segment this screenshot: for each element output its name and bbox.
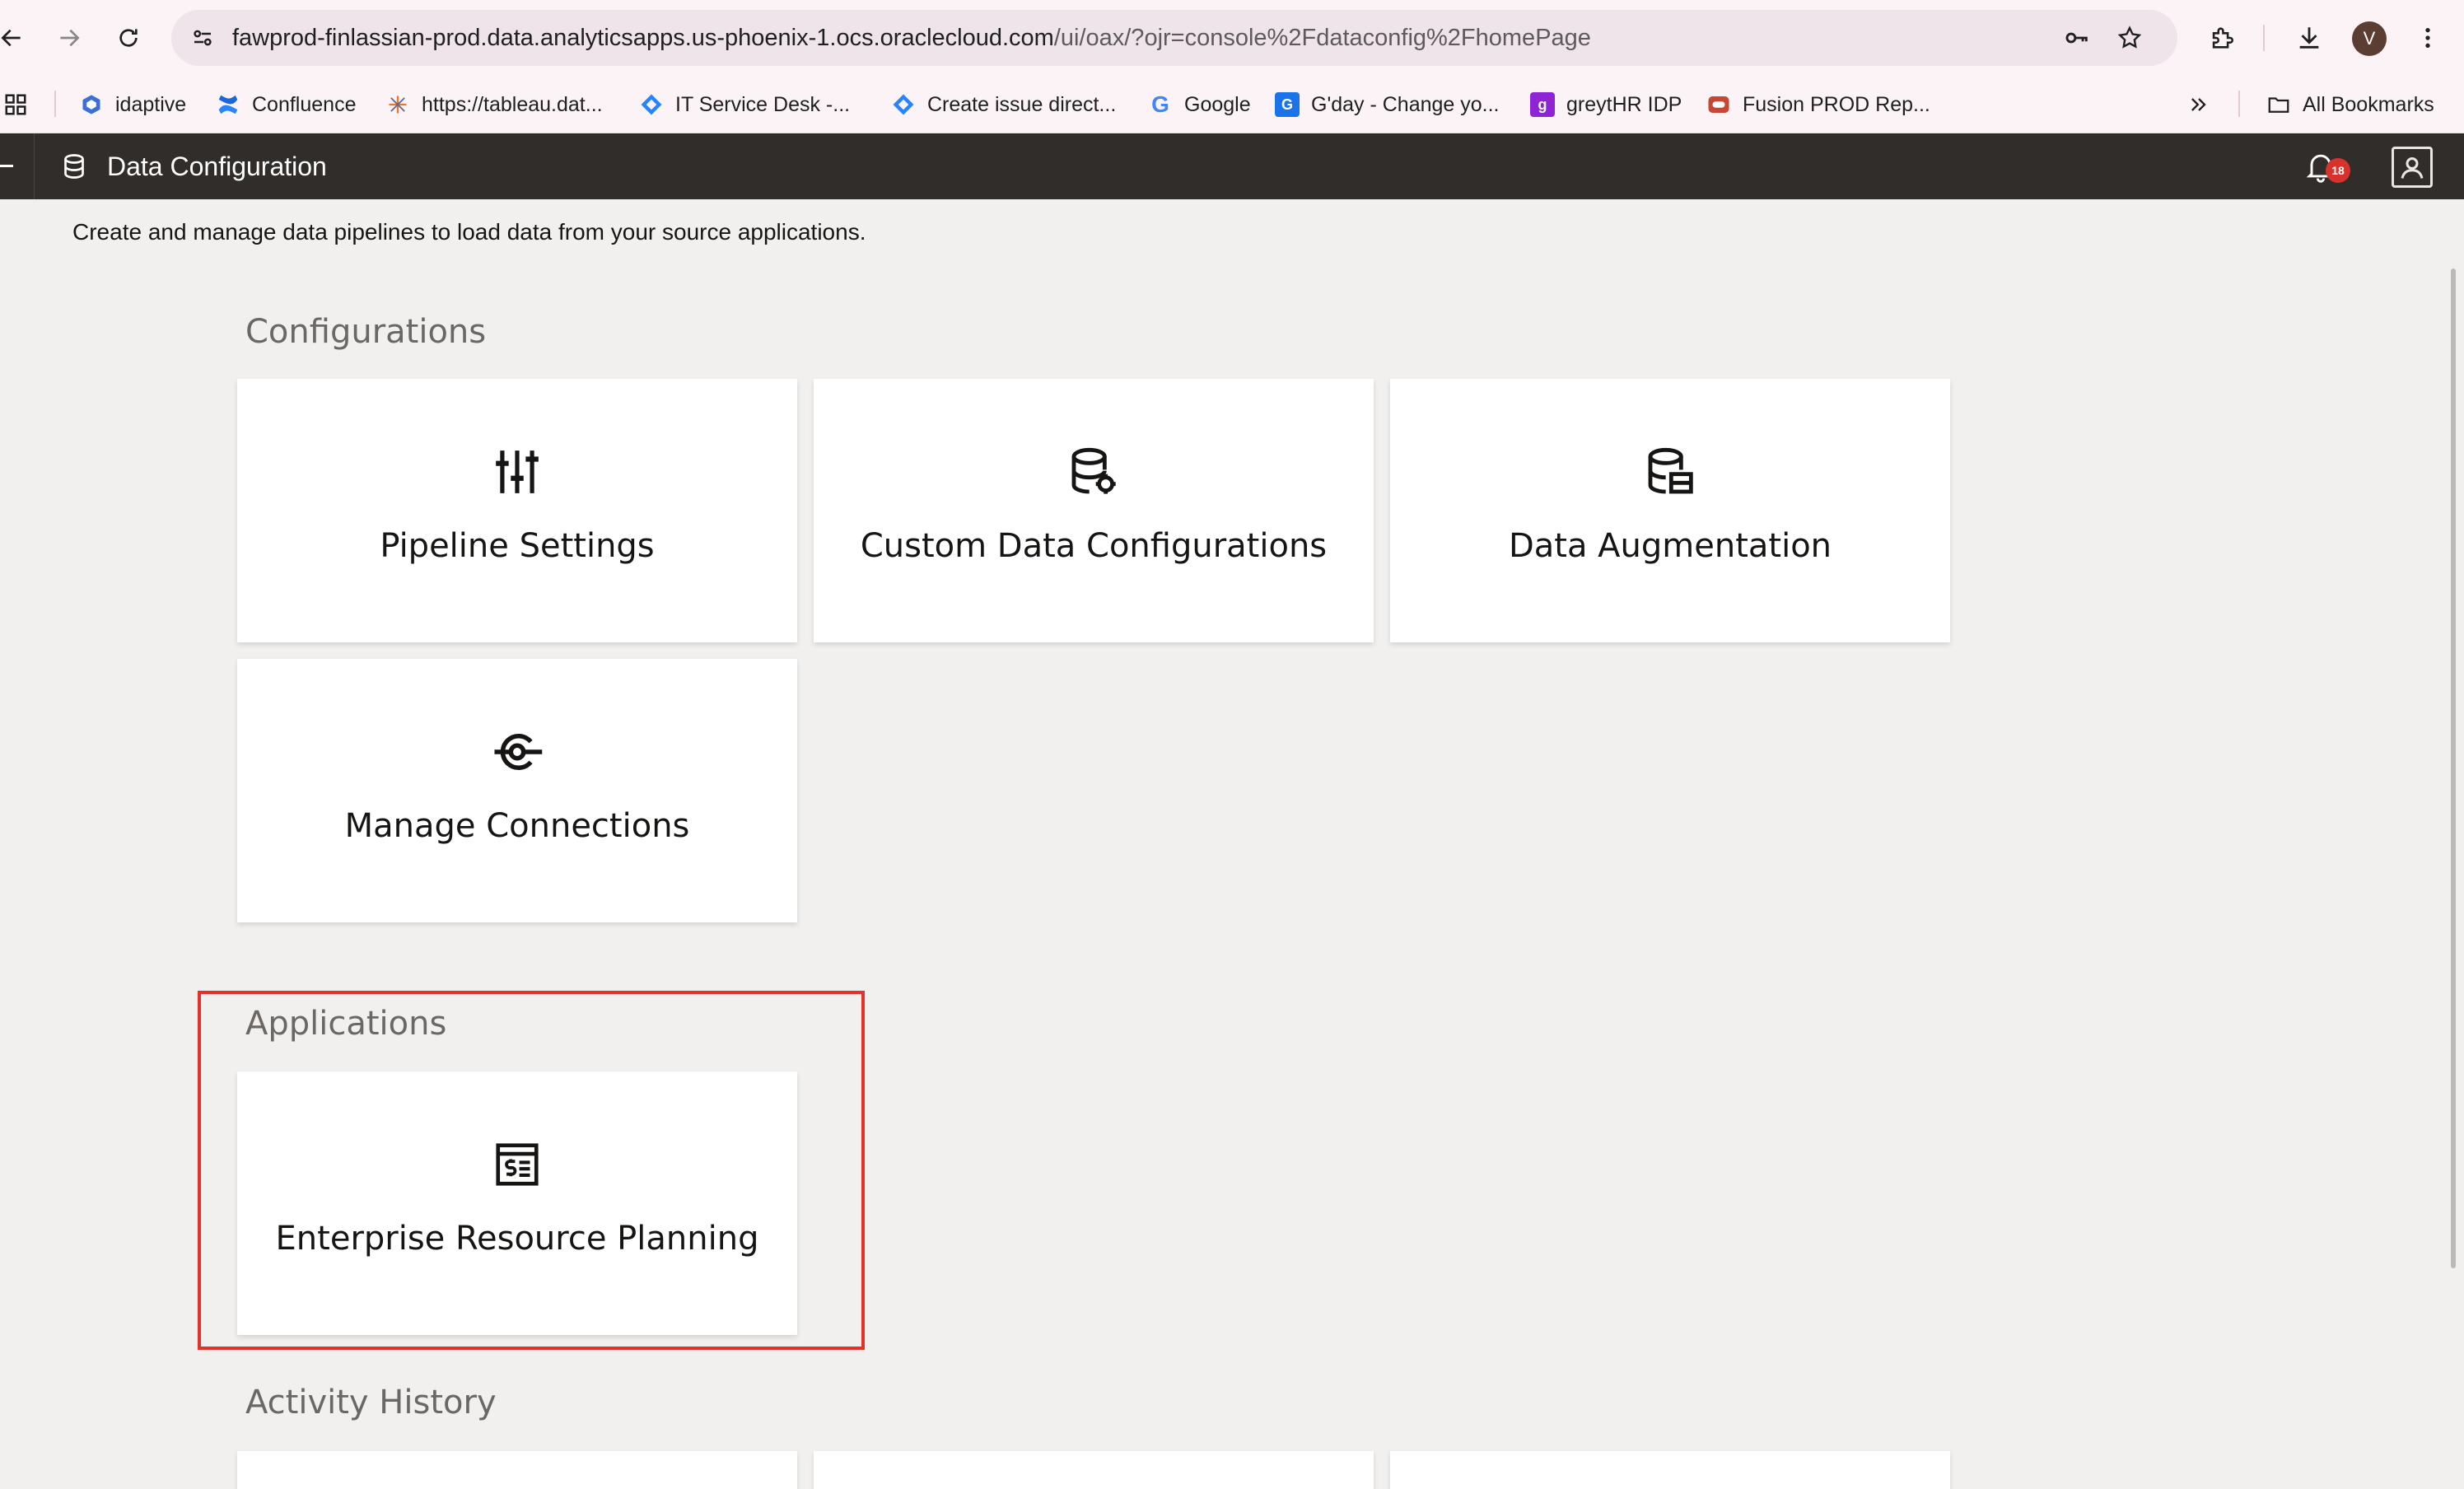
custom-data-configurations-card[interactable]: Custom Data Configurations — [814, 379, 1374, 642]
bookmark-label: IT Service Desk -... — [675, 92, 851, 116]
user-profile-button[interactable] — [2392, 147, 2433, 188]
navigation-menu-button[interactable] — [0, 133, 35, 199]
extensions-button[interactable] — [2202, 18, 2242, 58]
bookmark-label: https://tableau.dat... — [422, 92, 603, 116]
bookmark-fusion-prod[interactable]: Fusion PROD Rep... — [1706, 87, 1930, 122]
jira-icon — [891, 92, 916, 117]
app-header: Data Configuration — [0, 133, 2464, 199]
kebab-menu-icon — [2425, 28, 2430, 48]
url-text: fawprod-finlassian-prod.data.analyticsap… — [232, 10, 1591, 66]
database-icon — [64, 154, 84, 179]
site-settings-icon[interactable] — [183, 18, 222, 58]
url-path: /ui/oax/?ojr=console%2Fdataconfig%2Fhome… — [1053, 25, 1591, 51]
bookmark-label: Fusion PROD Rep... — [1743, 92, 1930, 116]
database-gear-icon — [1066, 445, 1121, 499]
database-table-icon — [1643, 445, 1697, 499]
bookmark-label: Confluence — [252, 92, 357, 116]
card-label: Enterprise Resource Planning — [275, 1220, 759, 1258]
greythr-icon: g — [1530, 92, 1555, 117]
bookmark-label: G'day - Change yo... — [1311, 92, 1500, 116]
jira-icon — [639, 92, 664, 117]
profile-avatar[interactable]: V — [2352, 21, 2387, 56]
bookmark-greythr[interactable]: g greytHR IDP — [1530, 87, 1682, 122]
toolbar-divider — [2263, 25, 2265, 51]
bookmark-idaptive[interactable]: idaptive — [79, 87, 186, 122]
apps-button[interactable] — [3, 87, 28, 122]
forward-button[interactable] — [49, 18, 89, 58]
bookmark-label: Create issue direct... — [927, 92, 1117, 116]
browser-menu-button[interactable] — [2408, 18, 2448, 58]
activity-history-heading: Activity History — [245, 1384, 497, 1421]
notification-count-badge: 18 — [2326, 158, 2350, 183]
bookmark-label: idaptive — [115, 92, 187, 116]
card-label: Pipeline Settings — [380, 527, 655, 565]
all-bookmarks-button[interactable]: All Bookmarks — [2266, 87, 2434, 122]
confluence-icon — [216, 92, 240, 117]
back-button[interactable] — [0, 18, 31, 58]
arrow-right-icon — [60, 29, 80, 47]
bookmarks-divider — [54, 91, 56, 117]
bookmark-star-icon[interactable] — [2110, 18, 2149, 58]
bookmark-label: Google — [1184, 92, 1251, 116]
more-bookmarks-button[interactable] — [2187, 87, 2210, 122]
arrow-left-icon — [1, 29, 21, 47]
bookmark-google[interactable]: G Google — [1148, 87, 1251, 122]
bookmark-confluence[interactable]: Confluence — [216, 87, 356, 122]
card-label: Custom Data Configurations — [860, 527, 1328, 565]
avatar-letter: V — [2363, 28, 2376, 49]
card-label: Manage Connections — [344, 807, 690, 845]
connection-icon — [490, 725, 544, 779]
bookmark-gday[interactable]: G G'day - Change yo... — [1275, 87, 1500, 122]
folder-icon — [2266, 92, 2291, 117]
bookmarks-bar: idaptive Confluence https://tableau.dat.… — [0, 76, 2464, 133]
pipeline-settings-card[interactable]: Pipeline Settings — [237, 379, 797, 642]
puzzle-icon — [2212, 27, 2233, 49]
idaptive-icon — [79, 92, 104, 117]
data-augmentation-card[interactable]: Data Augmentation — [1390, 379, 1950, 642]
oracle-icon — [1706, 92, 1731, 117]
address-bar[interactable]: fawprod-finlassian-prod.data.analyticsap… — [171, 10, 2177, 66]
erp-ledger-icon — [490, 1137, 544, 1192]
page-scrollbar[interactable] — [2451, 268, 2456, 1268]
url-host: fawprod-finlassian-prod.data.analyticsap… — [232, 25, 1054, 51]
page-title: Data Configuration — [107, 152, 327, 181]
reload-button[interactable] — [109, 18, 148, 58]
enterprise-resource-planning-card[interactable]: Enterprise Resource Planning — [237, 1071, 797, 1335]
activity-history-card[interactable] — [237, 1451, 797, 1489]
applications-heading: Applications — [245, 1005, 447, 1043]
google-icon: G — [1151, 91, 1169, 117]
user-icon — [2401, 157, 2424, 179]
double-chevron-right-icon — [2191, 98, 2206, 111]
bookmark-label: greytHR IDP — [1566, 92, 1682, 116]
reload-icon — [119, 29, 138, 47]
sliders-icon — [490, 445, 544, 499]
gday-icon: G — [1275, 92, 1300, 117]
tableau-icon — [385, 92, 410, 117]
bookmarks-divider — [2238, 91, 2240, 117]
bookmark-create-issue[interactable]: Create issue direct... — [891, 87, 1116, 122]
bookmark-tableau[interactable]: https://tableau.dat... — [385, 87, 603, 122]
all-bookmarks-label: All Bookmarks — [2303, 92, 2434, 116]
page-description: Create and manage data pipelines to load… — [72, 219, 866, 245]
manage-connections-card[interactable]: Manage Connections — [237, 659, 797, 922]
password-key-icon[interactable] — [2057, 18, 2097, 58]
activity-history-card[interactable] — [814, 1451, 1374, 1489]
bookmark-it-service-desk[interactable]: IT Service Desk -... — [639, 87, 850, 122]
configurations-heading: Configurations — [245, 313, 487, 351]
card-label: Data Augmentation — [1508, 527, 1832, 565]
download-icon — [2299, 27, 2319, 49]
activity-history-card[interactable] — [1390, 1451, 1950, 1489]
browser-toolbar: fawprod-finlassian-prod.data.analyticsap… — [0, 0, 2464, 76]
apps-grid-icon — [5, 94, 26, 115]
downloads-button[interactable] — [2289, 18, 2329, 58]
